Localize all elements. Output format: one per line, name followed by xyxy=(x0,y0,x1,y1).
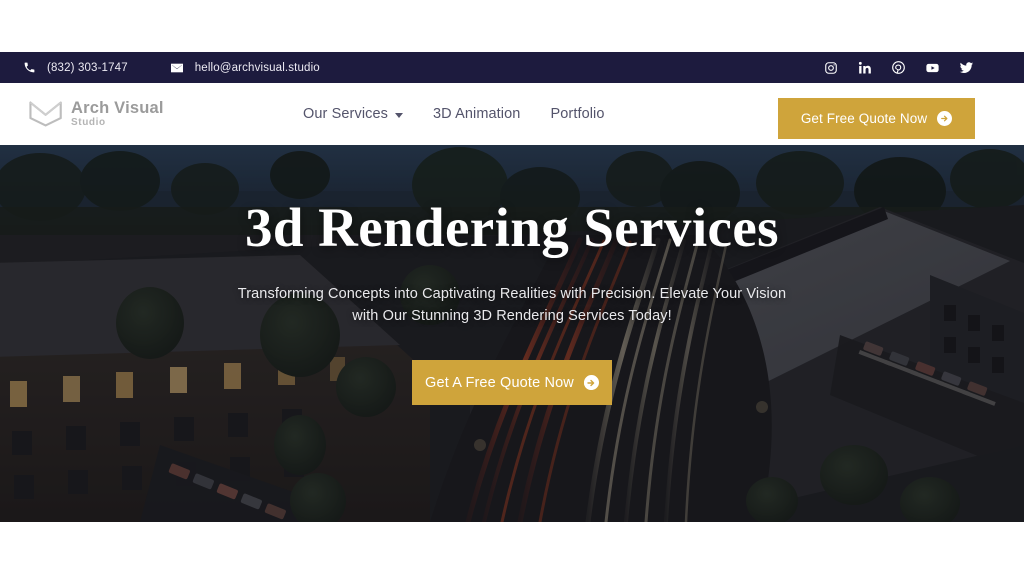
header-get-free-quote-button[interactable]: Get Free Quote Now xyxy=(778,98,975,139)
chevron-down-icon xyxy=(395,112,403,118)
pinterest-icon[interactable] xyxy=(891,60,906,75)
top-white-strip xyxy=(0,0,1024,52)
site-logo[interactable]: Arch Visual Studio xyxy=(28,100,164,129)
nav-label-3d-animation: 3D Animation xyxy=(433,106,521,122)
nav-item-our-services[interactable]: Our Services xyxy=(303,106,403,122)
logo-name-text: Arch Visual xyxy=(71,98,164,117)
nav-item-3d-animation[interactable]: 3D Animation xyxy=(433,106,520,122)
youtube-icon[interactable] xyxy=(925,60,940,75)
arch-visual-butterfly-mark-icon xyxy=(29,101,62,127)
logo-sub-text: Studio xyxy=(71,117,106,129)
logo-wordmark: Arch Visual Studio xyxy=(71,100,164,129)
email-contact[interactable]: hello@archvisual.studio xyxy=(170,61,320,75)
hero-get-free-quote-button[interactable]: Get A Free Quote Now xyxy=(412,360,612,406)
contact-group: (832) 303-1747 hello@archvisual.studio xyxy=(22,61,320,75)
bottom-white-strip xyxy=(0,522,1024,576)
instagram-icon[interactable] xyxy=(823,60,838,75)
social-links-group xyxy=(823,60,1006,75)
hero-content: 3d Rendering Services Transforming Conce… xyxy=(0,145,1024,522)
envelope-icon xyxy=(170,61,184,75)
nav-label-our-services: Our Services xyxy=(303,106,388,122)
webpage-screenshot: (832) 303-1747 hello@archvisual.studio A… xyxy=(0,0,1024,576)
arrow-right-circle-icon xyxy=(937,111,953,126)
phone-number-text: (832) 303-1747 xyxy=(47,61,128,74)
primary-navigation: Our Services 3D Animation Portfolio xyxy=(303,83,605,145)
hero-title: 3d Rendering Services xyxy=(245,197,779,258)
hero-cta-label: Get A Free Quote Now xyxy=(425,374,574,391)
top-utility-bar: (832) 303-1747 hello@archvisual.studio xyxy=(0,52,1024,83)
phone-icon xyxy=(22,61,36,75)
arrow-right-circle-icon xyxy=(583,375,599,391)
email-address-text: hello@archvisual.studio xyxy=(194,61,320,74)
nav-label-portfolio: Portfolio xyxy=(550,106,605,122)
twitter-icon[interactable] xyxy=(959,60,974,75)
phone-contact[interactable]: (832) 303-1747 xyxy=(22,61,128,75)
hero-section: 3d Rendering Services Transforming Conce… xyxy=(0,145,1024,522)
linkedin-icon[interactable] xyxy=(857,60,872,75)
hero-subtitle: Transforming Concepts into Captivating R… xyxy=(237,285,787,324)
nav-item-portfolio[interactable]: Portfolio xyxy=(550,106,604,122)
header-cta-label: Get Free Quote Now xyxy=(800,111,928,126)
